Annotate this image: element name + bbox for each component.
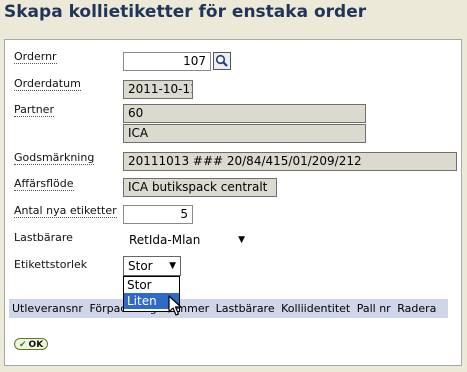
ok-button-label: OK bbox=[28, 340, 44, 350]
antal-input[interactable]: 5 bbox=[123, 205, 193, 224]
orderdatum-label: Orderdatum bbox=[14, 77, 81, 91]
checkmark-icon: ✔ bbox=[19, 340, 27, 350]
column-header[interactable]: Kolliidentitet bbox=[278, 302, 350, 315]
lastbarare-selected: RetIda-Mlan bbox=[129, 233, 201, 247]
ordernr-label: Ordernr bbox=[14, 50, 57, 64]
column-header[interactable]: Utleveransnr bbox=[9, 302, 83, 315]
chevron-down-icon: ▼ bbox=[169, 261, 176, 271]
ok-button[interactable]: ✔ OK bbox=[14, 338, 48, 350]
godsmarkning-label: Godsmärkning bbox=[14, 151, 95, 165]
partner-id-value: 60 bbox=[123, 104, 366, 123]
chevron-down-icon: ▼ bbox=[238, 235, 245, 245]
mouse-pointer-icon bbox=[168, 295, 182, 316]
orderdatum-value: 2011-10-11 bbox=[123, 80, 193, 99]
etikettstorlek-label: Etikettstorlek bbox=[14, 258, 88, 271]
etikettstorlek-selected: Stor bbox=[128, 259, 153, 273]
affarsflode-value: ICA butikspack centralt bbox=[123, 178, 277, 197]
antal-label: Antal nya etiketter bbox=[14, 204, 117, 218]
magnifier-icon bbox=[215, 54, 228, 67]
order-search-button[interactable] bbox=[213, 52, 231, 70]
partner-label: Partner bbox=[14, 103, 54, 117]
table-header: Utleveransnr Förpackningsnummer Lastbära… bbox=[9, 299, 448, 318]
dropdown-option-stor[interactable]: Stor bbox=[124, 277, 179, 293]
godsmarkning-value: 20111013 ### 20/84/415/01/209/212 bbox=[123, 152, 457, 171]
page-title: Skapa kollietiketter för enstaka order bbox=[4, 2, 367, 22]
ordernr-input[interactable]: 107 bbox=[123, 52, 211, 71]
etikettstorlek-select[interactable]: Stor ▼ bbox=[123, 256, 181, 276]
affarsflode-label: Affärsflöde bbox=[14, 177, 74, 191]
column-header[interactable]: Radera bbox=[394, 302, 436, 315]
partner-name-value: ICA bbox=[123, 124, 366, 143]
lastbarare-select[interactable]: RetIda-Mlan ▼ bbox=[123, 230, 249, 250]
lastbarare-label: Lastbärare bbox=[14, 231, 73, 244]
column-header[interactable]: Pall nr bbox=[354, 302, 391, 315]
column-header[interactable]: Lastbärare bbox=[213, 302, 275, 315]
